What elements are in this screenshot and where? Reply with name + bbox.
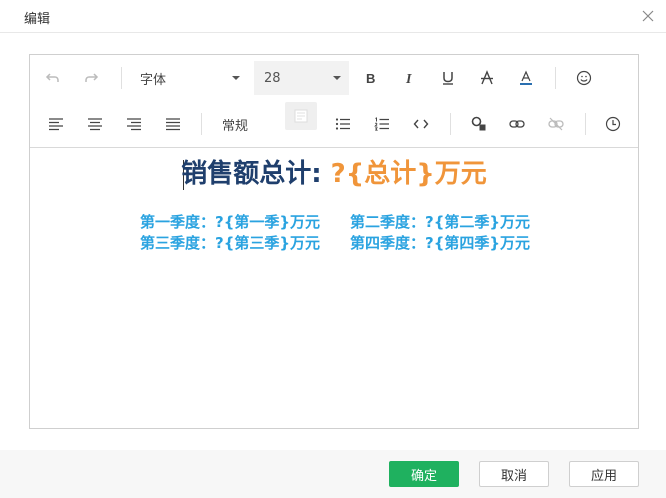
bold-icon: B (366, 71, 375, 86)
align-left-icon (49, 118, 63, 131)
dialog-footer: 确定 取消 应用 (0, 450, 666, 498)
edit-dialog: 编辑 字体 28 B I 常规 销售额总计: ?{总计}万元 第一季度：?{第一… (0, 0, 666, 498)
toolbar-separator (121, 67, 122, 89)
quarter-2: 第二季度：?{第二季}万元 (350, 213, 531, 231)
bullet-list-icon (335, 118, 350, 130)
numbered-list-icon (374, 117, 389, 131)
paragraph-format-value: 常规 (222, 118, 249, 134)
strikethrough-icon (481, 70, 493, 85)
font-family-select[interactable]: 字体 (130, 61, 248, 95)
toolbar-separator (555, 67, 556, 89)
emoji-button[interactable] (571, 65, 597, 91)
headline-value: ?{总计}万元 (330, 159, 487, 189)
quarter-block: 第一季度：?{第一季}万元 第二季度：?{第二季}万元 第三季度：?{第三季}万… (140, 212, 560, 254)
undo-icon (45, 73, 59, 82)
dialog-header: 编辑 (0, 0, 666, 33)
headline-label: 销售额总计: (181, 159, 322, 189)
toolbar-row-1: 字体 28 B I (30, 55, 638, 101)
quarter-4: 第四季度：?{第四季}万元 (350, 234, 531, 252)
close-button[interactable] (638, 6, 658, 26)
bullet-list-button[interactable] (330, 111, 356, 137)
quarter-row: 第一季度：?{第一季}万元 第二季度：?{第二季}万元 (140, 212, 560, 233)
quarter-1: 第一季度：?{第一季}万元 (140, 213, 321, 231)
toolbar-separator (585, 113, 586, 135)
headline: 销售额总计: ?{总计}万元 (30, 156, 638, 192)
font-color-icon (520, 70, 532, 85)
undo-button[interactable] (40, 65, 66, 91)
emoji-icon (576, 70, 592, 86)
align-justify-button[interactable] (160, 111, 186, 137)
apply-button[interactable]: 应用 (569, 461, 639, 487)
italic-button[interactable]: I (396, 65, 422, 91)
unlink-icon (548, 117, 564, 131)
quarter-row: 第三季度：?{第三季}万元 第四季度：?{第四季}万元 (140, 233, 560, 254)
numbered-list-button[interactable] (369, 111, 395, 137)
editor-content[interactable]: 销售额总计: ?{总计}万元 第一季度：?{第一季}万元 第二季度：?{第二季}… (30, 148, 638, 428)
toolbar-separator (201, 113, 202, 135)
align-justify-icon (166, 118, 180, 131)
document-icon (294, 109, 308, 123)
strikethrough-button[interactable] (474, 65, 500, 91)
font-family-value: 字体 (140, 72, 167, 88)
history-button[interactable] (600, 111, 626, 137)
code-button[interactable] (408, 111, 434, 137)
align-left-button[interactable] (43, 111, 69, 137)
font-size-value: 28 (264, 70, 281, 86)
redo-button[interactable] (78, 65, 104, 91)
insert-field-icon (471, 116, 486, 131)
confirm-button[interactable]: 确定 (389, 461, 459, 487)
align-right-button[interactable] (121, 111, 147, 137)
link-icon (509, 120, 525, 128)
tooltip-preview (285, 102, 317, 130)
editor-toolbar: 字体 28 B I 常规 (30, 55, 638, 148)
font-color-button[interactable] (513, 65, 539, 91)
quarter-3: 第三季度：?{第三季}万元 (140, 234, 321, 252)
bold-button[interactable]: B (357, 65, 383, 91)
underline-button[interactable] (435, 65, 461, 91)
redo-icon (85, 73, 99, 82)
italic-icon: I (405, 72, 412, 86)
code-icon (413, 119, 429, 129)
close-icon (642, 10, 654, 22)
unlink-button[interactable] (543, 111, 569, 137)
font-size-select[interactable]: 28 (254, 61, 349, 95)
dialog-title: 编辑 (24, 12, 51, 27)
chevron-down-icon (232, 76, 240, 80)
toolbar-row-2: 常规 (30, 101, 638, 147)
insert-link-button[interactable] (504, 111, 530, 137)
cancel-button[interactable]: 取消 (479, 461, 549, 487)
underline-icon (443, 72, 453, 85)
svg-text:I: I (405, 72, 412, 86)
align-center-button[interactable] (82, 111, 108, 137)
align-center-icon (88, 118, 102, 131)
insert-field-button[interactable] (466, 111, 492, 137)
svg-text:B: B (366, 71, 375, 86)
clock-icon (605, 116, 621, 132)
toolbar-separator (450, 113, 451, 135)
chevron-down-icon (333, 76, 341, 80)
align-right-icon (127, 118, 141, 131)
rich-text-editor: 字体 28 B I 常规 销售额总计: ?{总计}万元 第一季度：?{第一季}万… (29, 54, 639, 429)
